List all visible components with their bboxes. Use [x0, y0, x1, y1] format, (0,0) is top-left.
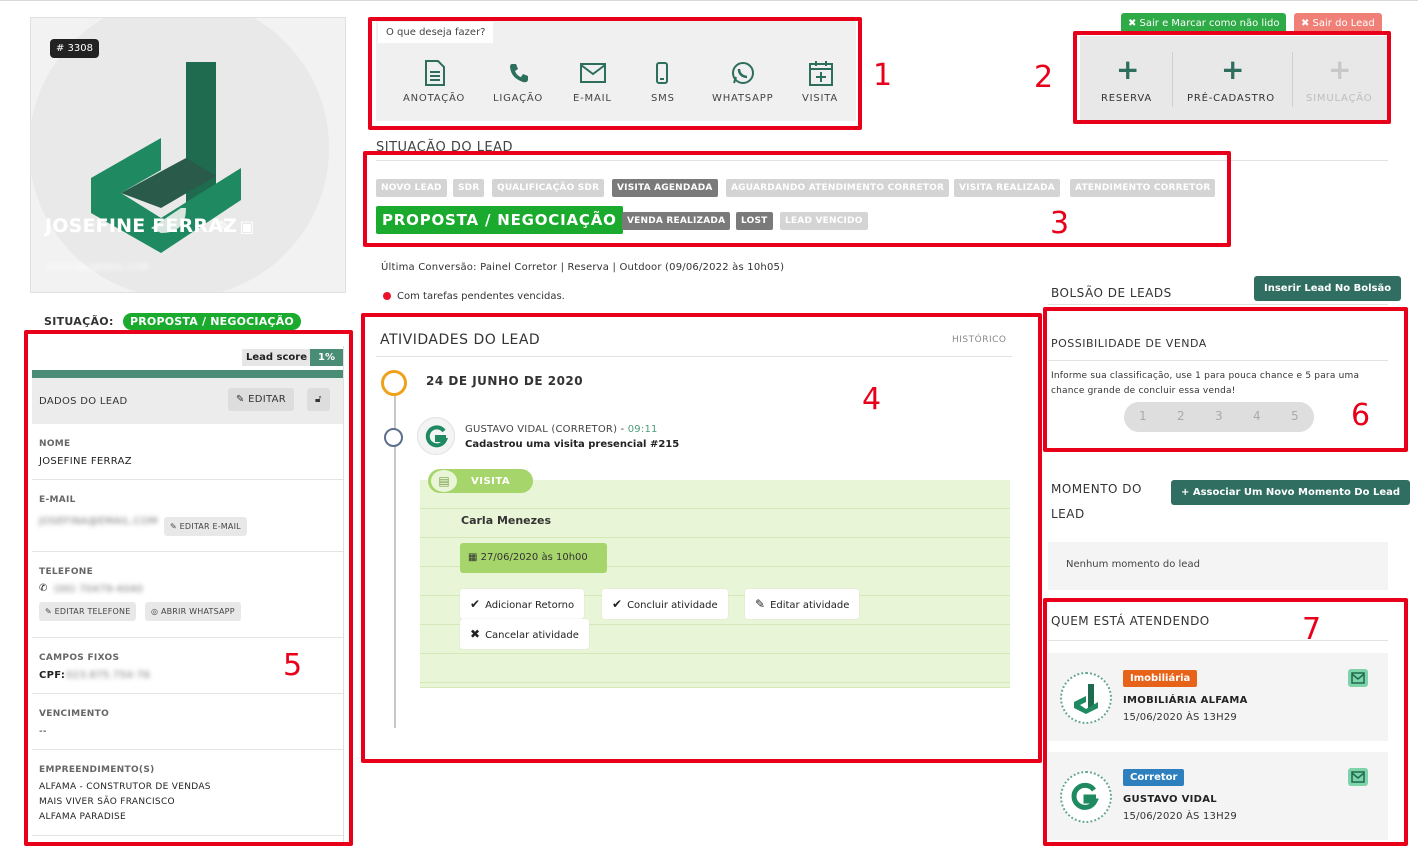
divider — [1048, 304, 1388, 305]
associate-momento-button[interactable]: + Associar Um Novo Momento Do Lead — [1171, 480, 1411, 505]
lead-name: JOSEFINE FERRAZ — [45, 215, 238, 237]
last-conversion-text: Última Conversão: Painel Corretor | Rese… — [381, 262, 785, 273]
insert-bolsao-button[interactable]: Inserir Lead No Bolsão — [1254, 276, 1402, 301]
annotation-box-5 — [24, 330, 353, 846]
annotation-box-2 — [1073, 31, 1391, 124]
profile-card: # 3308 JOSEFINE FERRAZ ✎ ▣ JOSEFINA@EMAI… — [30, 17, 346, 293]
situacao-label: SITUAÇÃO: — [44, 315, 114, 328]
annotation-box-7 — [1043, 598, 1408, 846]
annotation-number-6: 6 — [1351, 398, 1371, 433]
annotation-number-7: 7 — [1302, 612, 1322, 647]
situacao-badge: PROPOSTA / NEGOCIAÇÃO — [123, 313, 301, 330]
annotation-number-2: 2 — [1034, 60, 1054, 95]
momento-title: MOMENTO DO LEAD — [1051, 482, 1142, 521]
annotation-number-4: 4 — [862, 382, 882, 417]
annotation-number-1: 1 — [873, 58, 893, 93]
edit-pencil-icon[interactable]: ✎ — [217, 217, 230, 236]
annotation-number-3: 3 — [1050, 206, 1070, 241]
lead-email-masked: JOSEFINA@EMAIL.COM — [47, 263, 150, 273]
pending-tasks-notice: Com tarefas pendentes vencidas. — [383, 291, 565, 302]
annotation-number-5: 5 — [283, 648, 303, 683]
annotation-box-3 — [363, 151, 1231, 247]
bolsao-title: BOLSÃO DE LEADS — [1051, 286, 1172, 300]
annotation-box-4 — [361, 313, 1042, 763]
momento-empty-text: Nenhum momento do lead — [1066, 559, 1200, 570]
top-divider — [0, 0, 1418, 1]
lead-id-badge: # 3308 — [50, 39, 100, 58]
annotation-box-1 — [368, 17, 862, 130]
alert-dot-icon — [383, 292, 391, 300]
name-actions: ✎ ▣ — [217, 217, 255, 236]
camera-icon[interactable]: ▣ — [240, 217, 255, 236]
